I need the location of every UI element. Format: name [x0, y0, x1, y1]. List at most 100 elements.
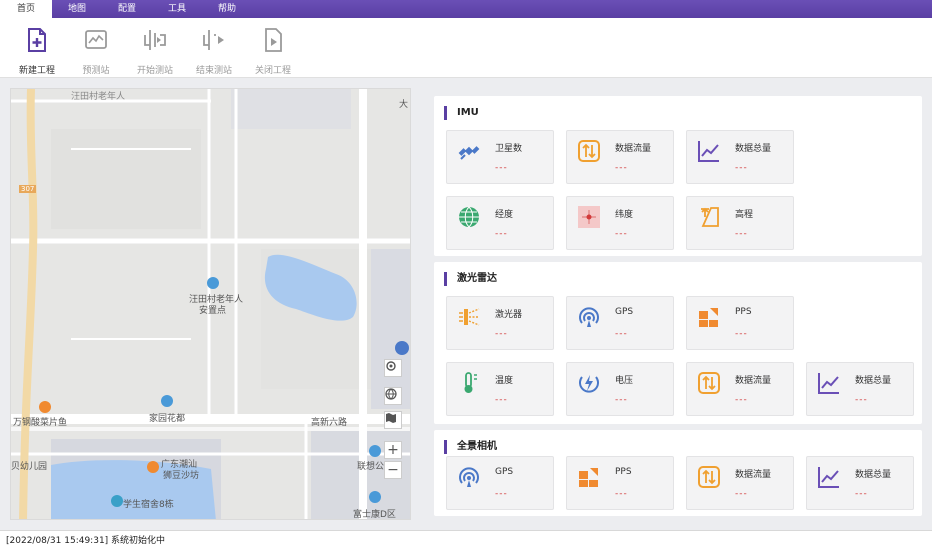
card-name: 高程 [735, 210, 754, 220]
close-project-button[interactable]: 关闭工程 [244, 26, 302, 76]
card-name: 卫星数 [495, 144, 523, 154]
map-layers-button[interactable] [384, 411, 402, 429]
imu-title: IMU [444, 106, 479, 120]
card-name: 数据流量 [735, 376, 772, 386]
map-view[interactable]: 汪田村老年人 大 307 汪田村老年人 安置点 万钢酸菜片鱼 家园花都 高新六路… [10, 88, 411, 520]
lidar-card-data-total: 数据总量 --- [806, 362, 914, 416]
pps-icon [579, 468, 598, 487]
card-name: 数据流量 [735, 470, 772, 480]
map-restaurant-icon [39, 401, 51, 413]
zoom-out-button[interactable]: − [384, 461, 402, 479]
card-value: --- [495, 489, 508, 499]
card-name: 数据总量 [735, 144, 772, 154]
end-station-label: 结束测站 [195, 66, 232, 76]
data-rate-icon [578, 140, 600, 162]
globe-icon [385, 388, 397, 400]
menubar: 首页 地图 配置 工具 帮助 [0, 0, 932, 18]
map-label-gaoxin-road: 高新六路 [311, 418, 348, 428]
map-poi-icon [207, 277, 219, 289]
lidar-panel: 激光雷达 激光器 --- GPS --- PPS --- 温度 --- 电压 -… [434, 262, 922, 424]
camera-title: 全景相机 [444, 440, 497, 454]
chart-monitor-icon [85, 30, 107, 49]
map-label-kindergarten: 贝幼儿园 [11, 462, 48, 472]
map-label-fushi: 富士康D区 [353, 510, 396, 520]
latitude-icon [578, 206, 600, 228]
tab-config[interactable]: 配置 [102, 0, 152, 18]
card-name: 数据总量 [855, 376, 892, 386]
camera-card-data-total: 数据总量 --- [806, 456, 914, 510]
gps-signal-icon [579, 307, 599, 327]
card-value: --- [735, 329, 748, 339]
camera-panel: 全景相机 GPS --- PPS --- 数据流量 --- 数据总量 --- [434, 430, 922, 516]
pps-icon [699, 308, 718, 327]
tab-help[interactable]: 帮助 [202, 0, 252, 18]
card-name: 经度 [495, 210, 514, 220]
map-school-icon [111, 495, 123, 507]
card-value: --- [735, 489, 748, 499]
data-rate-icon [698, 466, 720, 488]
card-value: --- [495, 329, 508, 339]
card-name: 激光器 [495, 310, 523, 320]
card-name: 数据总量 [855, 470, 892, 480]
map-poi-icon-2 [161, 395, 173, 407]
globe-button[interactable] [384, 387, 402, 405]
map-label-restaurant: 万钢酸菜片鱼 [13, 418, 68, 428]
card-name: 电压 [615, 376, 634, 386]
toolbar: 新建工程 预测站 开始测站 结束测站 关闭工程 [0, 18, 932, 78]
card-value: --- [615, 329, 628, 339]
locate-button[interactable] [384, 359, 402, 377]
new-project-button[interactable]: 新建工程 [8, 26, 66, 76]
imu-panel: IMU 卫星数 --- 数据流量 --- 数据总量 --- 经度 --- 纬度 … [434, 96, 922, 256]
card-value: --- [495, 229, 508, 239]
laser-icon [459, 308, 480, 326]
imu-card-altitude: 高程 --- [686, 196, 794, 250]
lidar-card-gps: GPS --- [566, 296, 674, 350]
card-value: --- [615, 489, 628, 499]
line-chart-icon [818, 467, 839, 488]
imu-card-latitude: 纬度 --- [566, 196, 674, 250]
card-name: GPS [495, 467, 514, 477]
card-value: --- [495, 163, 508, 173]
tab-home[interactable]: 首页 [0, 0, 52, 18]
map-label-elderly-2: 安置点 [199, 306, 227, 316]
camera-card-data-rate: 数据流量 --- [686, 456, 794, 510]
data-rate-icon [698, 372, 720, 394]
card-name: GPS [615, 307, 634, 317]
map-label-jiayuan: 家园花都 [149, 414, 186, 424]
map-food-icon [147, 461, 159, 473]
satellite-icon [458, 146, 480, 160]
zoom-in-button[interactable]: + [384, 441, 402, 459]
card-value: --- [615, 229, 628, 239]
card-value: --- [615, 395, 628, 405]
gps-signal-icon [459, 467, 479, 487]
camera-card-gps: GPS --- [446, 456, 554, 510]
new-file-icon [28, 28, 46, 52]
line-chart-icon [698, 141, 719, 162]
imu-card-longitude: 经度 --- [446, 196, 554, 250]
voltage-icon [579, 375, 599, 393]
map-road-badge: 307 [19, 185, 37, 193]
start-station-button[interactable]: 开始测站 [126, 26, 184, 76]
line-chart-icon [818, 373, 839, 394]
new-project-label: 新建工程 [18, 66, 55, 76]
tab-tools[interactable]: 工具 [152, 0, 202, 18]
altitude-icon [701, 207, 719, 227]
map-label-top-road: 汪田村老年人 [71, 92, 126, 102]
locate-icon [386, 361, 396, 371]
card-value: --- [735, 229, 748, 239]
status-bar: [2022/08/31 15:49:31] 系统初始化中 [0, 530, 932, 551]
pre-station-label: 预测站 [82, 66, 110, 76]
lidar-title: 激光雷达 [444, 272, 497, 286]
card-value: --- [855, 489, 868, 499]
map-label-top-right: 大 [399, 100, 409, 110]
map-label-lianxiang: 联想公 [357, 462, 385, 472]
card-name: 数据流量 [615, 144, 652, 154]
card-value: --- [615, 163, 628, 173]
tab-map[interactable]: 地图 [52, 0, 102, 18]
card-value: --- [735, 163, 748, 173]
map-poi-icon-3 [369, 445, 381, 457]
card-name: PPS [735, 307, 752, 317]
pre-station-button[interactable]: 预测站 [67, 26, 125, 76]
end-station-button[interactable]: 结束测站 [185, 26, 243, 76]
lidar-card-data-rate: 数据流量 --- [686, 362, 794, 416]
